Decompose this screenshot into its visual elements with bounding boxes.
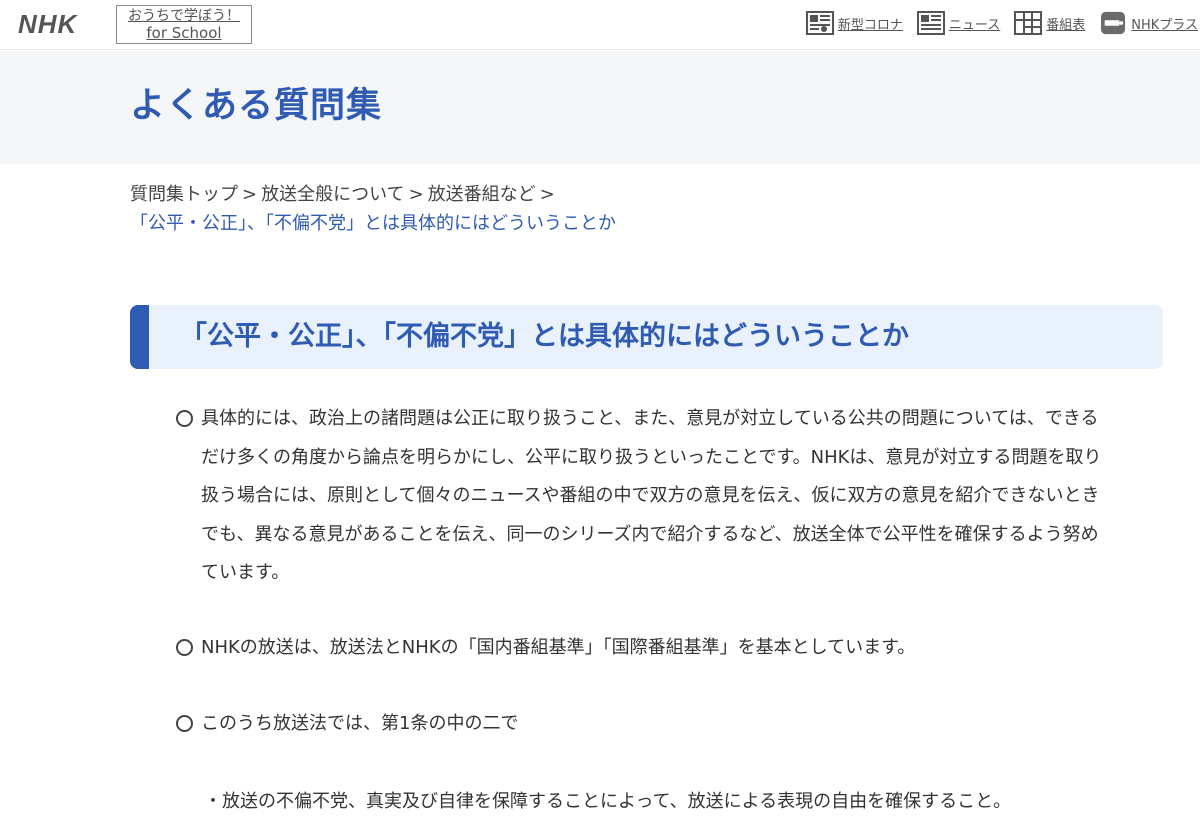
breadcrumb: 質問集トップ > 放送全般について > 放送番組など > 「公平・公正」、「不偏不党」とは… <box>130 180 1110 238</box>
for-school-label-line2: for School <box>146 24 222 42</box>
nav-news[interactable]: ニュース <box>916 11 1001 35</box>
answer-paragraph-text: このうち放送法では、第1条の中の二で <box>201 713 519 734</box>
answer-law-item: ・放送の不偏不党、真実及び自律を保障することによって、放送による表現の自由を確保… <box>204 791 1012 812</box>
nav-corona[interactable]: 新型コロナ <box>805 11 903 35</box>
nav-program-guide-label: 番組表 <box>1046 17 1086 33</box>
answer-paragraph-text: NHKの放送は、放送法とNHKの「国内番組基準」「国際番組基準」を基本としていま… <box>201 637 916 658</box>
breadcrumb-item-broadcast-general[interactable]: 放送全般について <box>261 184 404 205</box>
answer-paragraph-text: 具体的には、政治上の諸問題は公正に取り扱うこと、また、意見が対立している公共の問… <box>201 408 1102 584</box>
answer-paragraph: このうち放送法では、第1条の中の二で <box>176 705 1116 744</box>
nav-corona-label: 新型コロナ <box>837 17 903 33</box>
news-icon <box>916 11 945 35</box>
nhk-plus-icon <box>1101 11 1126 35</box>
breadcrumb-separator: > <box>408 184 424 205</box>
corona-info-icon <box>805 11 834 35</box>
top-nav: 新型コロナ ニュース 番組表 NHKプラス <box>792 11 1198 35</box>
program-guide-icon <box>1014 11 1043 35</box>
nav-program-guide[interactable]: 番組表 <box>1014 11 1085 35</box>
breadcrumb-separator: > <box>242 184 258 205</box>
page-title: よくある質問集 <box>130 86 383 126</box>
breadcrumb-separator: > <box>539 184 555 205</box>
breadcrumb-item-faq-top[interactable]: 質問集トップ <box>130 184 238 205</box>
circle-bullet-icon <box>176 715 193 732</box>
circle-bullet-icon <box>176 639 193 656</box>
for-school-label-line1: おうちで学ぼう！ <box>128 8 240 24</box>
nav-news-label: ニュース <box>948 17 1001 33</box>
site-header: NHK おうちで学ぼう！ for School 新型コロナ ニュース 番組表 N… <box>0 0 1200 50</box>
answer-paragraph: NHKの放送は、放送法とNHKの「国内番組基準」「国際番組基準」を基本としていま… <box>176 629 1116 668</box>
answer-paragraph: 具体的には、政治上の諸問題は公正に取り扱うこと、また、意見が対立している公共の問… <box>176 400 1116 593</box>
page-title-band: よくある質問集 <box>0 51 1200 164</box>
nhk-logo[interactable]: NHK <box>18 10 77 38</box>
for-school-link[interactable]: おうちで学ぼう！ for School <box>116 5 252 44</box>
nav-nhk-plus[interactable]: NHKプラス <box>1099 11 1198 35</box>
breadcrumb-current: 「公平・公正」、「不偏不党」とは具体的にはどういうことか <box>130 213 616 234</box>
breadcrumb-item-programs[interactable]: 放送番組など <box>428 184 536 205</box>
question-heading: 「公平・公正」、「不偏不党」とは具体的にはどういうことか <box>130 305 1163 369</box>
circle-bullet-icon <box>176 410 193 427</box>
question-heading-accent-bar <box>130 305 149 369</box>
nav-nhk-plus-label: NHKプラス <box>1131 17 1198 33</box>
breadcrumb-row: 質問集トップ > 放送全般について > 放送番組など > <box>130 180 1110 209</box>
question-title: 「公平・公正」、「不偏不党」とは具体的にはどういうことか <box>180 321 909 352</box>
